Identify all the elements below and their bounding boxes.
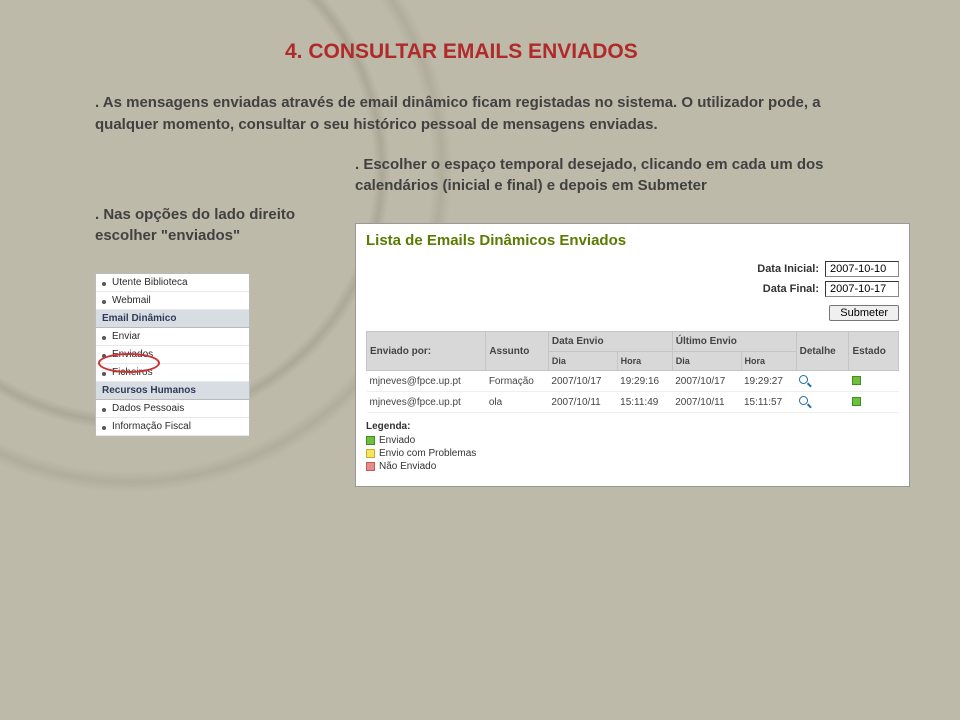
col-detalhe: Detalhe (796, 332, 849, 371)
section-heading: 4. CONSULTAR EMAILS ENVIADOS (285, 40, 910, 64)
cell-de-dia: 2007/10/11 (548, 392, 617, 413)
cell-de-hora: 15:11:49 (617, 392, 672, 413)
legend-title: Legenda: (366, 421, 899, 432)
magnifier-icon (799, 375, 808, 384)
legend-red-icon (366, 462, 375, 471)
sidebar-item-ficheiros[interactable]: Ficheiros (96, 364, 249, 382)
cell-assunto: Formação (486, 371, 549, 392)
sidebar-item-label: Enviar (112, 331, 140, 342)
col-assunto: Assunto (486, 332, 549, 371)
cell-ue-hora: 15:11:57 (741, 392, 796, 413)
cell-por: mjneves@fpce.up.pt (367, 371, 486, 392)
col-data-envio: Data Envio (548, 332, 672, 352)
label-data-inicial: Data Inicial: (729, 263, 819, 275)
cell-ue-dia: 2007/10/17 (672, 371, 741, 392)
status-green-icon (852, 397, 861, 406)
sidebar-item-label: Enviados (112, 349, 153, 360)
note-right: . Escolher o espaço temporal desejado, c… (355, 154, 835, 198)
cell-estado (849, 392, 899, 413)
cell-detalhe[interactable] (796, 371, 849, 392)
legend-label: Enviado (379, 435, 415, 446)
legend-green-icon (366, 436, 375, 445)
table-row: mjneves@fpce.up.pt Formação 2007/10/17 1… (367, 371, 899, 392)
magnifier-icon (799, 396, 808, 405)
cell-estado (849, 371, 899, 392)
legend-label: Envio com Problemas (379, 448, 476, 459)
note-left: . Nas opções do lado direito escolher "e… (95, 204, 345, 248)
col-de-dia: Dia (548, 352, 617, 371)
sidebar-group-header: Recursos Humanos (96, 382, 249, 400)
col-enviado-por: Enviado por: (367, 332, 486, 371)
col-ue-dia: Dia (672, 352, 741, 371)
cell-ue-hora: 19:29:27 (741, 371, 796, 392)
cell-por: mjneves@fpce.up.pt (367, 392, 486, 413)
legend: Legenda: Enviado Envio com Problemas Não… (366, 421, 899, 472)
label-data-final: Data Final: (729, 283, 819, 295)
col-estado: Estado (849, 332, 899, 371)
sidebar-item[interactable]: Webmail (96, 292, 249, 310)
legend-label: Não Enviado (379, 461, 436, 472)
submit-button[interactable]: Submeter (829, 305, 899, 321)
sidebar-item-label: Informação Fiscal (112, 421, 191, 432)
cell-de-hora: 19:29:16 (617, 371, 672, 392)
sidebar-item[interactable]: Informação Fiscal (96, 418, 249, 436)
intro-text: . As mensagens enviadas através de email… (95, 92, 865, 136)
email-list-panel: Lista de Emails Dinâmicos Enviados Data … (355, 223, 910, 487)
cell-detalhe[interactable] (796, 392, 849, 413)
sent-emails-table: Enviado por: Assunto Data Envio Último E… (366, 331, 899, 413)
sidebar-item-label: Dados Pessoais (112, 403, 184, 414)
legend-yellow-icon (366, 449, 375, 458)
col-ultimo-envio: Último Envio (672, 332, 796, 352)
col-ue-hora: Hora (741, 352, 796, 371)
date-inicial-input[interactable] (825, 261, 899, 277)
table-row: mjneves@fpce.up.pt ola 2007/10/11 15:11:… (367, 392, 899, 413)
cell-de-dia: 2007/10/17 (548, 371, 617, 392)
sidebar-screenshot: Utente Biblioteca Webmail Email Dinâmico… (95, 273, 250, 437)
sidebar-group-header: Email Dinâmico (96, 310, 249, 328)
cell-assunto: ola (486, 392, 549, 413)
status-green-icon (852, 376, 861, 385)
cell-ue-dia: 2007/10/11 (672, 392, 741, 413)
sidebar-item[interactable]: Utente Biblioteca (96, 274, 249, 292)
col-de-hora: Hora (617, 352, 672, 371)
sidebar-item-enviar[interactable]: Enviar (96, 328, 249, 346)
sidebar-item-label: Ficheiros (112, 367, 153, 378)
sidebar-item-enviados[interactable]: Enviados (96, 346, 249, 364)
panel-title: Lista de Emails Dinâmicos Enviados (366, 232, 899, 249)
sidebar-item[interactable]: Dados Pessoais (96, 400, 249, 418)
date-final-input[interactable] (825, 281, 899, 297)
sidebar-item-label: Webmail (112, 295, 151, 306)
sidebar-item-label: Utente Biblioteca (112, 277, 188, 288)
